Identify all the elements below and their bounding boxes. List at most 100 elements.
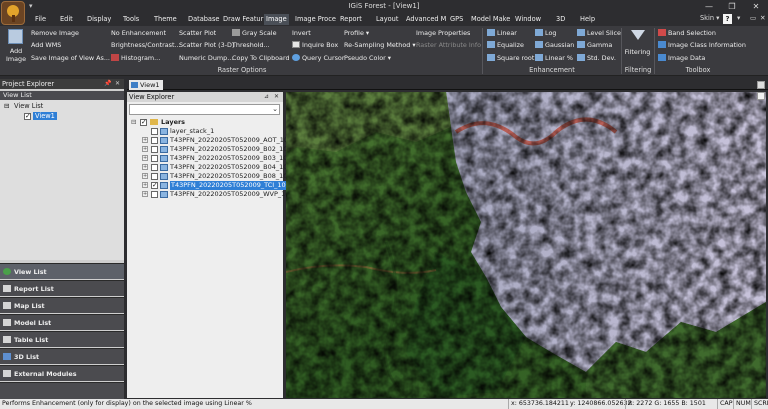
layer-row[interactable]: + T43PFN_20220205T052009_WVP_10m (127, 190, 296, 199)
expand-icon[interactable]: + (142, 146, 148, 152)
menu-gps[interactable]: GPS (448, 14, 465, 25)
panel-close-icon[interactable]: ✕ (274, 92, 279, 102)
add-image-button[interactable]: Add Image (5, 29, 27, 65)
maximize-button[interactable]: ❐ (721, 0, 743, 13)
save-image-of-view-button[interactable]: Save Image of View As... (31, 53, 110, 63)
menu-theme[interactable]: Theme (152, 14, 179, 25)
expand-icon[interactable]: + (142, 155, 148, 161)
layer-row[interactable]: + T43PFN_20220205T052009_AOT_10m (127, 136, 294, 145)
model-list-button[interactable]: Model List (0, 314, 124, 330)
level-slice-button[interactable]: Level Slice (577, 28, 621, 38)
map-canvas[interactable] (286, 92, 766, 398)
gray-scale-button[interactable]: Gray Scale (232, 28, 277, 38)
layer-checkbox[interactable] (151, 155, 158, 162)
map-list-button[interactable]: Map List (0, 297, 124, 313)
no-enhancement-button[interactable]: No Enhancement (111, 28, 166, 38)
image-properties-button[interactable]: Image Properties (416, 28, 470, 38)
square-root-button[interactable]: Square root (487, 53, 534, 63)
menu-layout[interactable]: Layout (374, 14, 400, 25)
pin-icon[interactable]: 📌 (104, 79, 111, 89)
menu-help[interactable]: Help (578, 14, 597, 25)
threshold-button[interactable]: Threshold... (232, 40, 270, 50)
layer-checkbox[interactable] (151, 137, 158, 144)
layer-checkbox[interactable] (151, 181, 158, 190)
layer-filter-dropdown[interactable]: ⌄ (129, 104, 280, 115)
image-class-information-button[interactable]: Image Class Information (658, 40, 746, 50)
expand-icon[interactable]: + (142, 164, 148, 170)
menu-image[interactable]: Image (264, 14, 289, 25)
tree-item-view1[interactable]: View1 (33, 112, 57, 120)
layer-row[interactable]: + T43PFN_20220205T052009_B08_10m (127, 172, 294, 181)
menu-model-maker[interactable]: Model Make (469, 14, 512, 25)
layers-root-row[interactable]: ⊟ Layers (127, 118, 283, 127)
expand-icon[interactable]: + (142, 137, 148, 143)
layer-checkbox[interactable] (151, 128, 158, 135)
expand-icon[interactable]: + (142, 182, 148, 188)
minimize-button[interactable]: — (698, 0, 720, 13)
layer-row[interactable]: + T43PFN_20220205T052009_B02_10m (127, 145, 294, 154)
tab-view1[interactable]: View1 (129, 80, 163, 90)
view-list-button[interactable]: View List (0, 263, 124, 279)
layers-root-checkbox[interactable] (140, 118, 147, 127)
histogram-button[interactable]: Histogram... (111, 53, 160, 63)
filtering-button[interactable]: Filtering (624, 30, 651, 64)
menu-edit[interactable]: Edit (58, 14, 75, 25)
window-restore-icon[interactable]: ▭ (750, 14, 756, 22)
gaussian-button[interactable]: Gaussian (535, 40, 574, 50)
std-dev-button[interactable]: Std. Dev. (577, 53, 616, 63)
3d-list-button[interactable]: 3D List (0, 348, 124, 364)
tree-root-view-list[interactable]: View List (14, 102, 43, 110)
layer-checkbox[interactable] (151, 164, 158, 171)
numeric-dump-button[interactable]: Numeric Dump... (179, 53, 233, 63)
brightness-contrast-button[interactable]: Brightness/Contrast... (111, 40, 181, 50)
gamma-button[interactable]: Gamma (577, 40, 612, 50)
pseudo-color-dropdown[interactable]: Pseudo Color ▾ (344, 53, 391, 63)
table-list-button[interactable]: Table List (0, 331, 124, 347)
close-button[interactable]: ✕ (745, 0, 767, 13)
linear-enhancement-button[interactable]: Linear (487, 28, 517, 38)
menu-advanced[interactable]: Advanced M (404, 14, 448, 25)
ribbon-collapse-icon[interactable]: ▾ (737, 14, 740, 22)
menu-display[interactable]: Display (85, 14, 113, 25)
tab-close-button[interactable] (757, 81, 765, 89)
external-modules-button[interactable]: External Modules (0, 365, 124, 381)
app-logo-icon[interactable] (1, 1, 25, 25)
menu-window[interactable]: Window (513, 14, 543, 25)
panel-close-icon[interactable]: ✕ (115, 79, 120, 89)
image-data-button[interactable]: Image Data (658, 53, 705, 63)
map-corner-button[interactable] (757, 92, 765, 100)
menu-file[interactable]: File (33, 14, 48, 25)
equalize-button[interactable]: Equalize (487, 40, 524, 50)
view1-checkbox[interactable] (24, 112, 31, 120)
layer-row[interactable]: + T43PFN_20220205T052009_TCI_10m (127, 181, 294, 190)
query-cursor-button[interactable]: Query Cursor (292, 53, 344, 63)
menu-report[interactable]: Report (338, 14, 364, 25)
tree-root-expander-icon[interactable]: ⊟ (4, 102, 10, 110)
band-selection-button[interactable]: Band Selection (658, 28, 716, 38)
layer-row[interactable]: + T43PFN_20220205T052009_B04_10m (127, 163, 294, 172)
expand-icon[interactable]: + (142, 191, 148, 197)
layer-checkbox[interactable] (151, 146, 158, 153)
skin-selector[interactable]: Skin ▾ (700, 14, 719, 22)
remove-image-button[interactable]: Remove Image (31, 28, 79, 38)
raster-attribute-info-button[interactable]: Raster Attribute Info (416, 40, 481, 50)
profile-dropdown[interactable]: Profile ▾ (344, 28, 369, 38)
linear-percent-button[interactable]: Linear % (535, 53, 573, 63)
menu-3d[interactable]: 3D (554, 14, 567, 25)
menu-image-processing[interactable]: Image Proce (293, 14, 338, 25)
scatter-plot-3d-button[interactable]: Scatter Plot (3-D) (179, 40, 234, 50)
collapse-icon[interactable]: ⊟ (131, 118, 136, 127)
scatter-plot-button[interactable]: Scatter Plot (179, 28, 216, 38)
inquire-box-button[interactable]: Inquire Box (292, 40, 338, 50)
log-button[interactable]: Log (535, 28, 556, 38)
add-wms-button[interactable]: Add WMS (31, 40, 61, 50)
expand-icon[interactable]: + (142, 173, 148, 179)
copy-to-clipboard-button[interactable]: Copy To Clipboard (232, 53, 290, 63)
layer-row[interactable]: + T43PFN_20220205T052009_B03_10m (127, 154, 294, 163)
resampling-method-dropdown[interactable]: Re-Sampling Method ▾ (344, 40, 416, 50)
pin-icon[interactable]: ⊿ (264, 92, 269, 102)
window-close-icon[interactable]: ✕ (760, 14, 766, 22)
menu-tools[interactable]: Tools (121, 14, 141, 25)
layer-checkbox[interactable] (151, 173, 158, 180)
report-list-button[interactable]: Report List (0, 280, 124, 296)
